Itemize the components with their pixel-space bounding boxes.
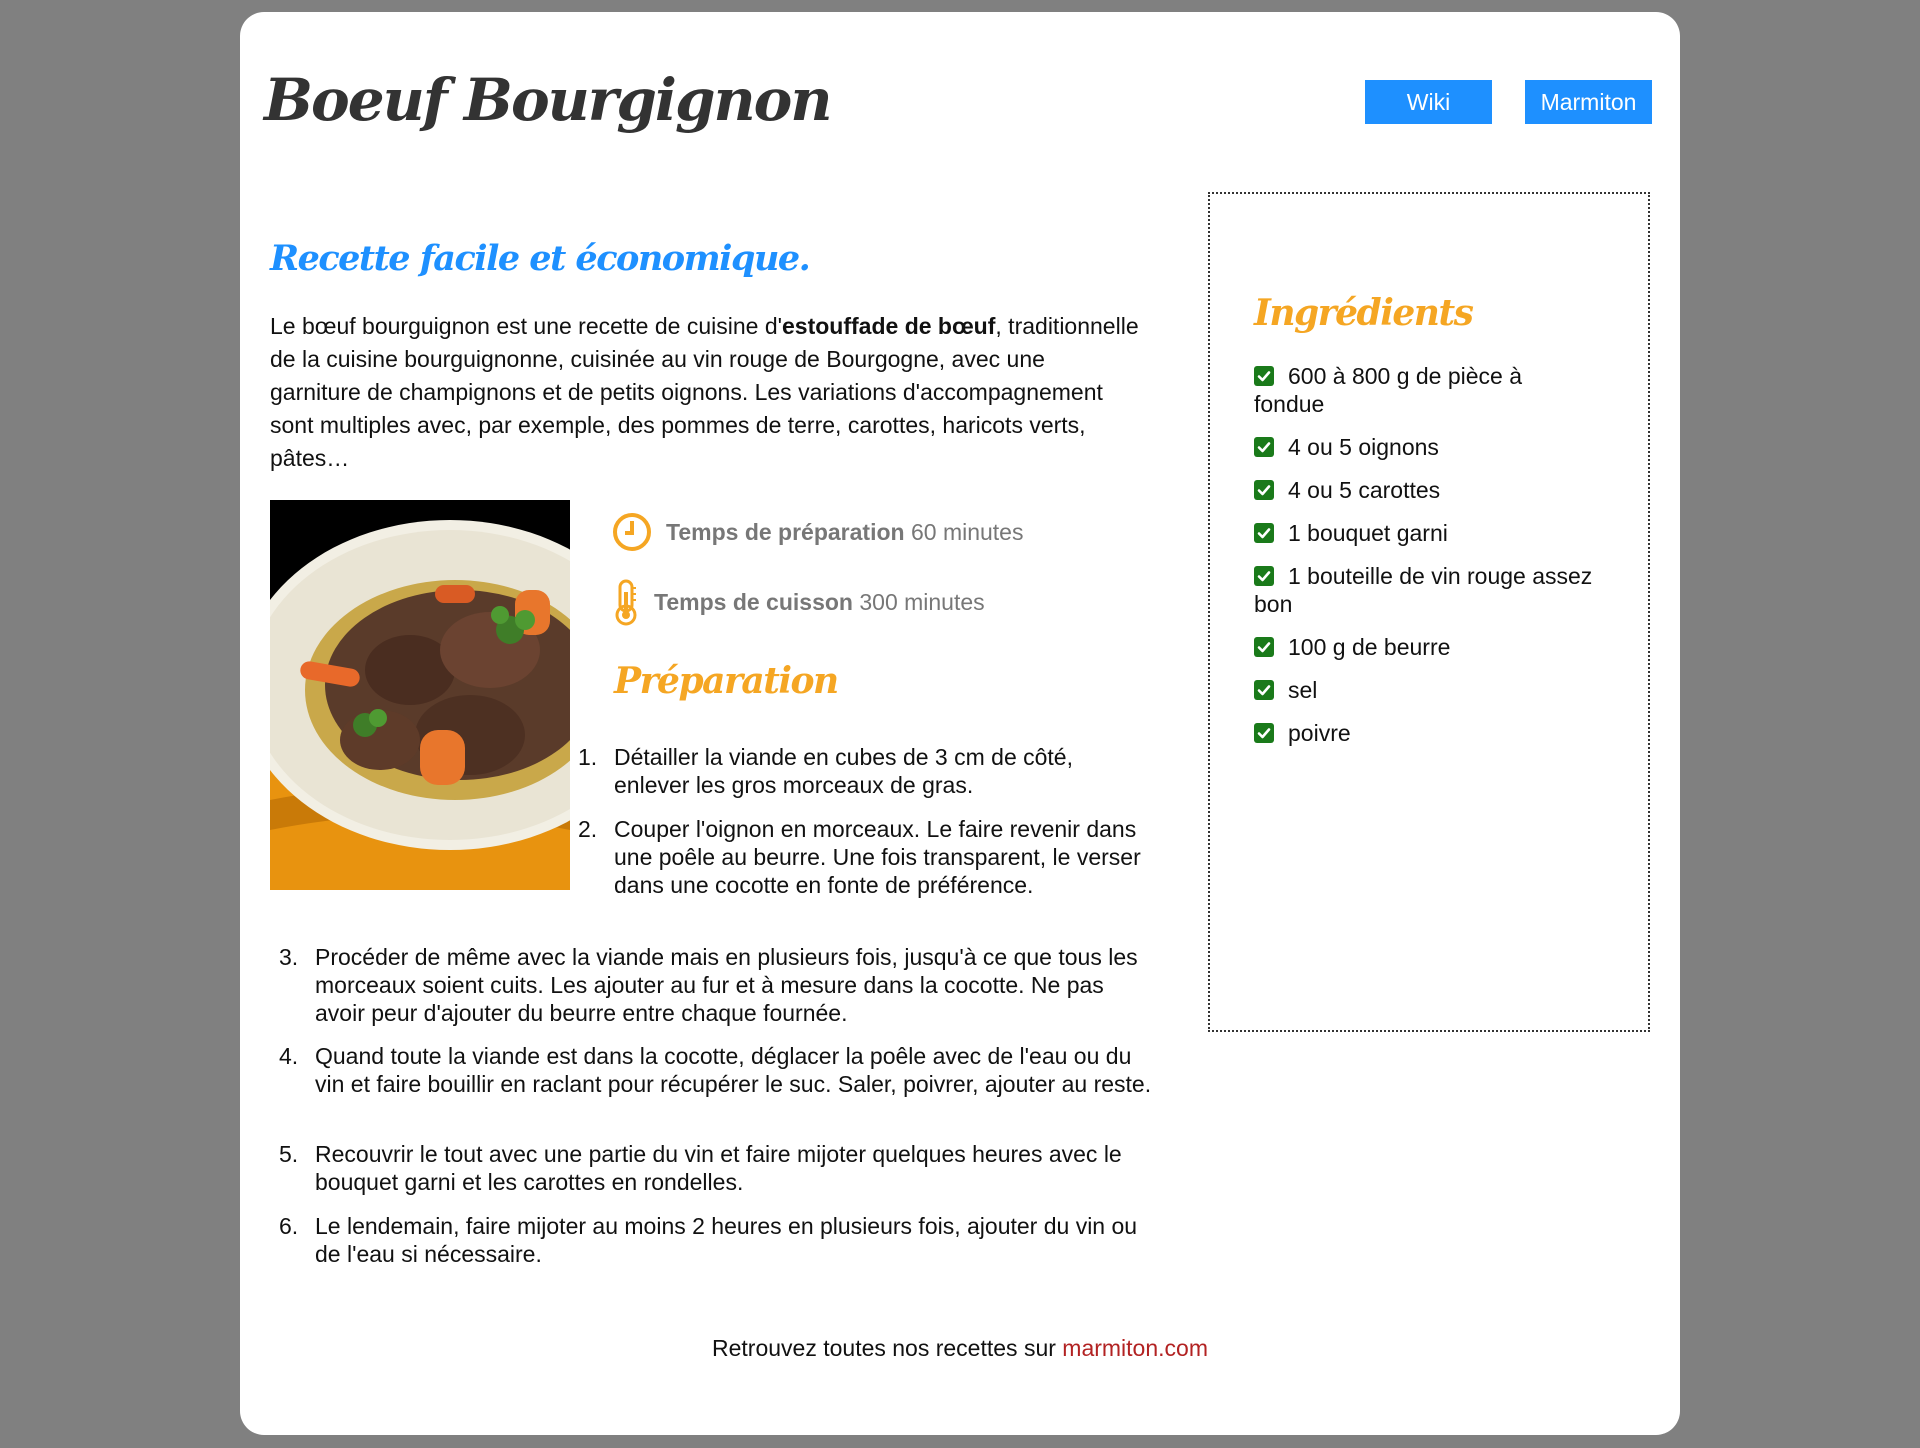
checkbox-checked-icon <box>1254 723 1274 743</box>
ingredient-item: 1 bouquet garni <box>1254 519 1594 547</box>
checkbox-checked-icon <box>1254 566 1274 586</box>
marmiton-button[interactable]: Marmiton <box>1525 80 1652 124</box>
recipe-photo <box>270 500 570 890</box>
ingredient-label: 1 bouquet garni <box>1288 520 1448 546</box>
ingredients-panel: Ingrédients 600 à 800 g de pièce à fondu… <box>1208 192 1650 1032</box>
checkbox-checked-icon <box>1254 637 1274 657</box>
marmiton-link[interactable]: marmiton.com <box>1062 1335 1208 1361</box>
checkbox-checked-icon <box>1254 437 1274 457</box>
intro-paragraph: Le bœuf bourguignon est une recette de c… <box>270 313 1139 471</box>
checkbox-checked-icon <box>1254 366 1274 386</box>
ingredient-label: 4 ou 5 carottes <box>1288 477 1441 503</box>
cook-time-value: 300 minutes <box>859 588 985 615</box>
ingredient-item: 600 à 800 g de pièce à fondue <box>1254 362 1594 418</box>
clock-icon <box>612 512 652 552</box>
page-title: Boeuf Bourgignon <box>264 66 833 134</box>
ingredient-item: poivre <box>1254 719 1594 747</box>
ingredients-title: Ingrédients <box>1254 292 1474 334</box>
checkbox-checked-icon <box>1254 523 1274 543</box>
preparation-step: 6. Le lendemain, faire mijoter au moins 2… <box>279 1213 1138 1267</box>
ingredient-label: poivre <box>1288 720 1351 746</box>
wiki-button[interactable]: Wiki <box>1365 80 1492 124</box>
cook-time-label: Temps de cuisson <box>654 588 853 615</box>
ingredient-item: 1 bouteille de vin rouge assez bon <box>1254 562 1594 618</box>
checkbox-checked-icon <box>1254 480 1274 500</box>
ingredient-label: 4 ou 5 oignons <box>1288 434 1439 460</box>
ingredients-list: 600 à 800 g de pièce à fondue 4 ou 5 oign… <box>1254 362 1594 762</box>
intro-bold-term: estouffade de bœuf <box>782 313 996 339</box>
recipe-card: Boeuf Bourgignon Wiki Marmiton Recette f… <box>240 12 1680 1435</box>
ingredient-label: 1 bouteille de vin rouge assez bon <box>1254 563 1593 617</box>
preparation-step: 4. Quand toute la viande est dans la coco… <box>279 1043 1152 1097</box>
ingredient-item: 100 g de beurre <box>1254 633 1594 661</box>
ingredient-item: 4 ou 5 carottes <box>1254 476 1594 504</box>
ingredient-label: sel <box>1288 677 1318 703</box>
prep-time: Temps de préparation 60 minutes <box>612 512 1023 552</box>
ingredient-item: 4 ou 5 oignons <box>1254 433 1594 461</box>
thermometer-icon <box>612 578 640 626</box>
preparation-step: 5. Recouvrir le tout avec une partie du v… <box>279 1141 1122 1195</box>
checkbox-checked-icon <box>1254 680 1274 700</box>
footer: Retrouvez toutes nos recettes sur marmit… <box>240 1335 1680 1362</box>
preparation-step: 3. Procéder de même avec la viande mais e… <box>279 944 1138 1026</box>
preparation-step: 2. Couper l'oignon en morceaux. Le faire … <box>578 816 1141 898</box>
ingredient-item: sel <box>1254 676 1594 704</box>
footer-text: Retrouvez toutes nos recettes sur <box>712 1335 1063 1361</box>
preparation-title: Préparation <box>614 660 839 702</box>
ingredient-label: 100 g de beurre <box>1288 634 1451 660</box>
prep-time-value: 60 minutes <box>910 518 1024 545</box>
recipe-subtitle: Recette facile et économique. <box>270 238 811 279</box>
prep-time-label: Temps de préparation <box>666 518 905 545</box>
preparation-step: 1. Détailler la viande en cubes de 3 cm d… <box>578 744 1073 798</box>
cook-time: Temps de cuisson 300 minutes <box>612 578 985 626</box>
ingredient-label: 600 à 800 g de pièce à fondue <box>1254 363 1523 417</box>
